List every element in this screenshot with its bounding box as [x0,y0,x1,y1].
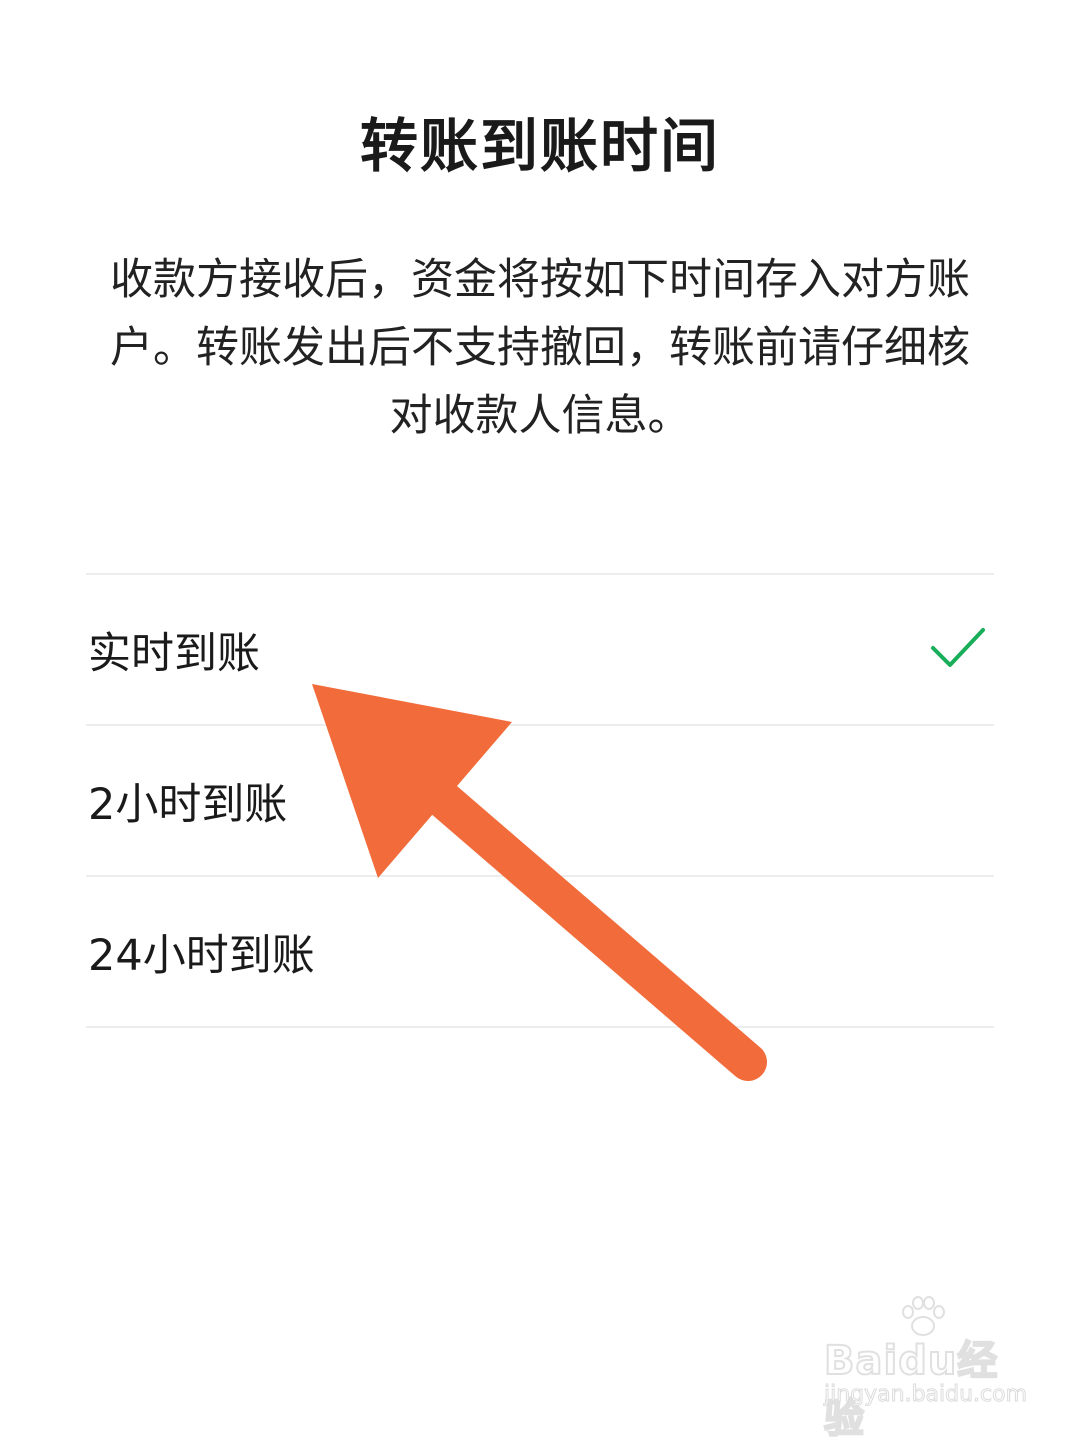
option-2-hours[interactable]: 2小时到账 [86,726,994,877]
check-icon [931,627,985,667]
arrival-time-options: 实时到账 2小时到账 24小时到账 [86,573,994,1028]
baidu-jingyan-watermark: Baidu经验 jingyan.baidu.com [823,1296,1028,1443]
option-label: 24小时到账 [88,930,315,981]
dialog-description: 收款方接收后，资金将按如下时间存入对方账户。转账发出后不支持撤回，转账前请仔细核… [110,255,970,441]
option-label: 2小时到账 [88,779,288,830]
page-title: 转账到账时间 [359,112,720,180]
option-realtime[interactable]: 实时到账 [86,575,994,726]
option-label: 实时到账 [88,628,260,679]
option-24-hours[interactable]: 24小时到账 [86,877,994,1028]
watermark-url: jingyan.baidu.com [823,1382,1028,1408]
